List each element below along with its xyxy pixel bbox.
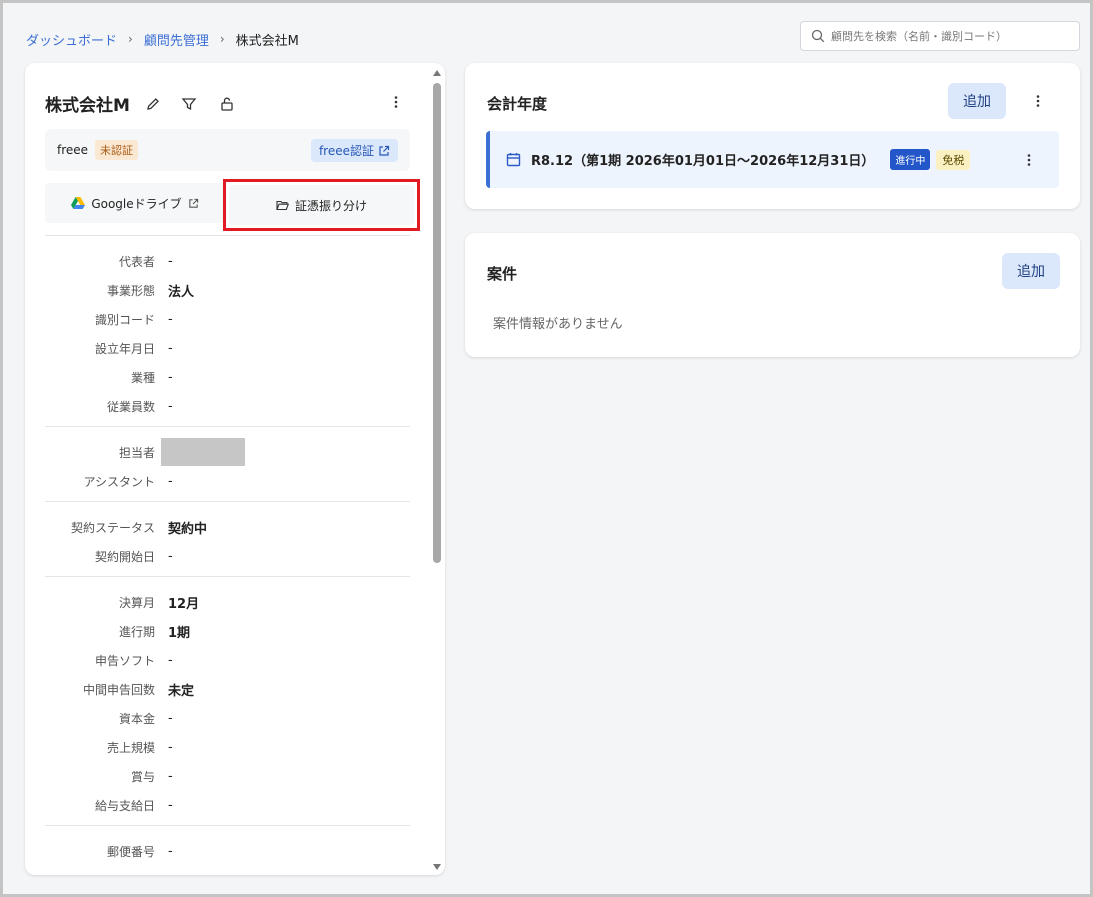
field-payday: 給与支給日 -	[94, 797, 173, 813]
fiscal-year-item[interactable]: R8.12（第1期 2026年01月01日〜2026年12月31日） 進行中 免…	[486, 131, 1059, 188]
chevron-right-icon: ›	[128, 32, 133, 46]
external-link-icon	[188, 198, 198, 208]
cases-card: 案件 追加 案件情報がありません	[465, 233, 1080, 357]
scroll-down-arrow-icon[interactable]	[433, 863, 441, 871]
client-name: 株式会社M	[45, 96, 130, 116]
more-vertical-icon[interactable]	[385, 91, 407, 113]
app-frame: ダッシュボード › 顧問先管理 › 株式会社M 株式会社M	[0, 0, 1093, 897]
field-industry: 業種 -	[130, 369, 173, 385]
scroll-up-arrow-icon[interactable]	[433, 69, 441, 77]
field-interim-count: 中間申告回数 未定	[82, 682, 195, 699]
divider	[45, 235, 410, 236]
voucher-sort-label: 証憑振り分け	[294, 198, 367, 213]
field-representative: 代表者 -	[118, 253, 173, 269]
fiscal-year-title: 会計年度	[487, 95, 548, 113]
external-link-icon	[379, 145, 390, 156]
chevron-right-icon: ›	[219, 32, 225, 46]
breadcrumb-dashboard-link[interactable]: ダッシュボード	[26, 30, 117, 49]
client-detail-card: 株式会社M freee 未認証 freee認証 Googleドライブ 証憑振り分…	[25, 63, 445, 875]
breadcrumb-clients-link[interactable]: 顧問先管理	[144, 30, 209, 49]
field-contract-status: 契約ステータス 契約中	[70, 520, 208, 537]
field-id-code: 識別コード -	[94, 311, 173, 327]
action-button-row: Googleドライブ 証憑振り分け	[45, 179, 420, 231]
breadcrumb-current: 株式会社M	[235, 33, 299, 49]
field-sales-scale: 売上規模 -	[106, 739, 173, 755]
divider	[45, 576, 410, 577]
freee-auth-label: freee認証	[318, 144, 374, 158]
search-box	[800, 21, 1080, 51]
more-vertical-icon[interactable]	[1018, 149, 1040, 171]
field-current-period: 進行期 1期	[118, 624, 191, 641]
search-input[interactable]	[831, 29, 1071, 43]
cases-empty-message: 案件情報がありません	[493, 317, 623, 332]
fiscal-year-add-button[interactable]: 追加	[948, 83, 1006, 119]
divider	[45, 426, 410, 427]
status-badge-active: 進行中	[890, 149, 931, 170]
field-founded: 設立年月日 -	[94, 340, 173, 356]
more-vertical-icon[interactable]	[1027, 90, 1049, 112]
search-icon	[811, 29, 825, 43]
google-drive-button[interactable]: Googleドライブ	[45, 183, 225, 223]
freee-label: freee	[57, 143, 89, 157]
field-postal-code: 郵便番号 -	[106, 843, 173, 859]
field-capital: 資本金 -	[118, 710, 173, 726]
freee-status-badge: 未認証	[95, 140, 139, 160]
field-staff: 担当者	[45, 438, 410, 466]
fiscal-year-text: R8.12（第1期 2026年01月01日〜2026年12月31日）	[531, 154, 875, 169]
freee-status-row: freee 未認証 freee認証	[45, 129, 410, 171]
divider	[45, 825, 410, 826]
cases-title: 案件	[487, 265, 518, 283]
tax-badge-exempt: 免税	[936, 149, 971, 170]
pencil-icon[interactable]	[142, 93, 164, 115]
left-panel-scrollbar[interactable]	[430, 63, 444, 875]
divider	[45, 501, 410, 502]
client-title-row: 株式会社M	[45, 91, 238, 116]
field-fiscal-month: 決算月 12月	[118, 595, 200, 612]
field-employees: 従業員数 -	[106, 398, 173, 414]
cases-add-button[interactable]: 追加	[1002, 253, 1060, 289]
freee-auth-button[interactable]: freee認証	[310, 139, 398, 162]
field-tax-software: 申告ソフト -	[94, 652, 173, 668]
unlock-icon[interactable]	[216, 93, 238, 115]
fiscal-year-card: 会計年度 追加 R8.12（第1期 2026年01月01日〜2026年12月31…	[465, 63, 1080, 209]
field-bonus: 賞与 -	[130, 768, 173, 784]
google-drive-label: Googleドライブ	[91, 196, 182, 211]
redacted-value	[161, 438, 245, 466]
scroll-thumb[interactable]	[433, 83, 441, 563]
field-business-type: 事業形態 法人	[106, 283, 195, 300]
calendar-icon	[506, 153, 521, 167]
field-assistant: アシスタント -	[83, 473, 173, 489]
breadcrumb: ダッシュボード › 顧問先管理 › 株式会社M	[26, 29, 299, 49]
voucher-highlight-box: 証憑振り分け	[223, 179, 420, 231]
google-drive-icon	[71, 197, 86, 209]
field-contract-start: 契約開始日 -	[94, 548, 173, 564]
folder-open-icon	[276, 200, 289, 210]
voucher-sort-button[interactable]: 証憑振り分け	[229, 185, 414, 225]
filter-icon[interactable]	[178, 93, 200, 115]
